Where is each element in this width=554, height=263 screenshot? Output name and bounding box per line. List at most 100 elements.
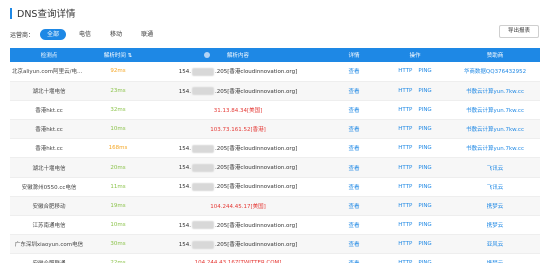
sponsor-link[interactable]: 亚风云 [450,234,540,255]
resolve-content-cell: 154. .205[香港cloudinnovation.org] [148,215,328,236]
http-link[interactable]: HTTP [398,222,412,228]
ip-redaction [192,182,214,191]
http-link[interactable]: HTTP [398,107,412,113]
table-row: 湖北十堰电信 23ms 154. .205[香港cloudinnovation.org… [10,81,540,101]
table-row: 安徽合肥移动 19ms 104.244.45.17[美国] 查看 HTTP PING 携梦云 [10,196,540,217]
header-detail: 详情 [348,53,360,59]
detail-link[interactable]: 查看 [328,119,380,140]
resolve-time-cell: 10ms [88,215,148,236]
filter-all-button[interactable]: 全部 [40,29,67,40]
sponsor-link[interactable]: 书敷云计算yun.7kw.cc [450,119,540,140]
filter-unicom-button[interactable]: 联通 [135,29,159,40]
detail-link[interactable]: 查看 [328,234,380,255]
operation-cell: HTTP PING [380,215,450,236]
ping-link[interactable]: PING [418,68,431,74]
operation-cell: HTTP PING [380,177,450,197]
detail-link[interactable]: 查看 [328,62,380,82]
operation-cell: HTTP PING [380,62,450,82]
ip-prefix: 154. [178,242,191,249]
resolve-content-cell: 154. .205[香港cloudinnovation.org] [148,62,328,82]
ip-redaction [192,163,214,172]
operation-cell: HTTP PING [380,234,450,255]
sponsor-link[interactable]: 携梦云 [450,196,540,217]
sponsor-link[interactable]: 飞讯云 [450,177,540,197]
resolve-time-cell: 168ms [88,138,148,159]
filter-mobile-button[interactable]: 移动 [104,29,128,40]
sponsor-link[interactable]: 书敷云计算yun.7kw.cc [450,100,540,121]
operation-cell: HTTP PING [380,157,450,178]
detail-link[interactable]: 查看 [328,215,380,236]
sponsor-link[interactable]: 书敷云计算yun.7kw.cc [450,81,540,101]
ping-link[interactable]: PING [418,165,431,171]
ip-suffix: 103.73.161.52[香港] [210,127,266,134]
ping-link[interactable]: PING [418,145,431,151]
sponsor-link[interactable]: 华商数据QQ376432952 [450,62,540,82]
sponsor-link[interactable]: 飞讯云 [450,157,540,178]
ip-redaction [192,221,214,230]
filter-telecom-button[interactable]: 电信 [73,29,97,40]
detail-link[interactable]: 查看 [328,100,380,121]
ip-prefix: 154. [178,184,191,191]
resolve-content-cell: 154. .205[香港cloudinnovation.org] [148,234,328,255]
detail-link[interactable]: 查看 [328,253,380,263]
carrier-filter-label: 运营商： [10,32,35,39]
page-header: DNS查询详情 [10,7,75,20]
export-report-button[interactable]: 导出报表 [499,25,539,38]
operation-cell: HTTP PING [380,81,450,101]
table-row: 香港hkt.cc 10ms 103.73.161.52[香港] 查看 HTTP PING 书… [10,119,540,140]
detail-link[interactable]: 查看 [328,177,380,197]
ping-link[interactable]: PING [418,222,431,228]
sponsor-link[interactable]: 携梦云 [450,253,540,263]
ip-redaction [192,87,214,96]
ping-link[interactable]: PING [418,203,431,209]
resolve-content-cell: 154. .205[香港cloudinnovation.org] [148,157,328,178]
table-row: 江苏南通电信 10ms 154. .205[香港cloudinnovation.org… [10,215,540,236]
resolve-content-cell: 103.73.161.52[香港] [148,119,328,140]
ping-link[interactable]: PING [418,126,431,132]
node-cell: 安徽合肥移动 [10,196,88,217]
ip-prefix: 154. [178,222,191,229]
resolve-content-cell: 154. .205[香港cloudinnovation.org] [148,177,328,197]
ip-redaction [192,144,214,153]
http-link[interactable]: HTTP [398,88,412,94]
detail-link[interactable]: 查看 [328,196,380,217]
ping-link[interactable]: PING [418,184,431,190]
detail-link[interactable]: 查看 [328,157,380,178]
node-cell: 江苏南通电信 [10,215,88,236]
http-link[interactable]: HTTP [398,165,412,171]
ip-redaction [192,67,214,76]
resolve-time-cell: 11ms [88,177,148,197]
header-sponsor: 赞助商 [486,53,504,59]
http-link[interactable]: HTTP [398,126,412,132]
table-row: 香港hkt.cc 32ms 31.13.84.34[美国] 查看 HTTP PING 书敷云… [10,100,540,121]
ip-prefix: 154. [178,165,191,172]
operation-cell: HTTP PING [380,100,450,121]
sponsor-link[interactable]: 书敷云计算yun.7kw.cc [450,138,540,159]
operation-cell: HTTP PING [380,119,450,140]
http-link[interactable]: HTTP [398,68,412,74]
node-cell: 安徽滁州0550.cc电信 [10,177,88,197]
resolve-time-cell: 10ms [88,119,148,140]
node-cell: 安徽合肥联通 [10,253,88,263]
operation-cell: HTTPPING [380,253,450,263]
resolve-content-cell: 154. .205[香港cloudinnovation.org] [148,138,328,159]
detail-link[interactable]: 查看 [328,138,380,159]
ip-suffix: .205[香港cloudinnovation.org] [215,88,298,95]
sponsor-link[interactable]: 携梦云 [450,215,540,236]
http-link[interactable]: HTTP [398,241,412,247]
ping-link[interactable]: PING [418,107,431,113]
header-resolve-time[interactable]: 解析时间 ⇅ [88,48,148,62]
http-link[interactable]: HTTP [398,184,412,190]
resolve-content-cell: 104.244.45.17[美国] [148,196,328,217]
ping-link[interactable]: PING [418,88,431,94]
ip-redaction [192,240,214,249]
table-row: 广东深圳xiaoyun.com电信 30ms 154. .205[香港cloudinn… [10,234,540,255]
ping-link[interactable]: PING [418,241,431,247]
node-cell: 湖北十堰电信 [10,81,88,101]
http-link[interactable]: HTTP [398,145,412,151]
detail-link[interactable]: 查看 [328,81,380,101]
http-link[interactable]: HTTP [398,203,412,209]
node-cell: 北京aliyun.com阿里云/电信/... [10,62,88,82]
header-resolve-content: 解析内容 [226,53,249,59]
carrier-filter: 运营商： 全部 电信 移动 联通 [10,28,166,41]
